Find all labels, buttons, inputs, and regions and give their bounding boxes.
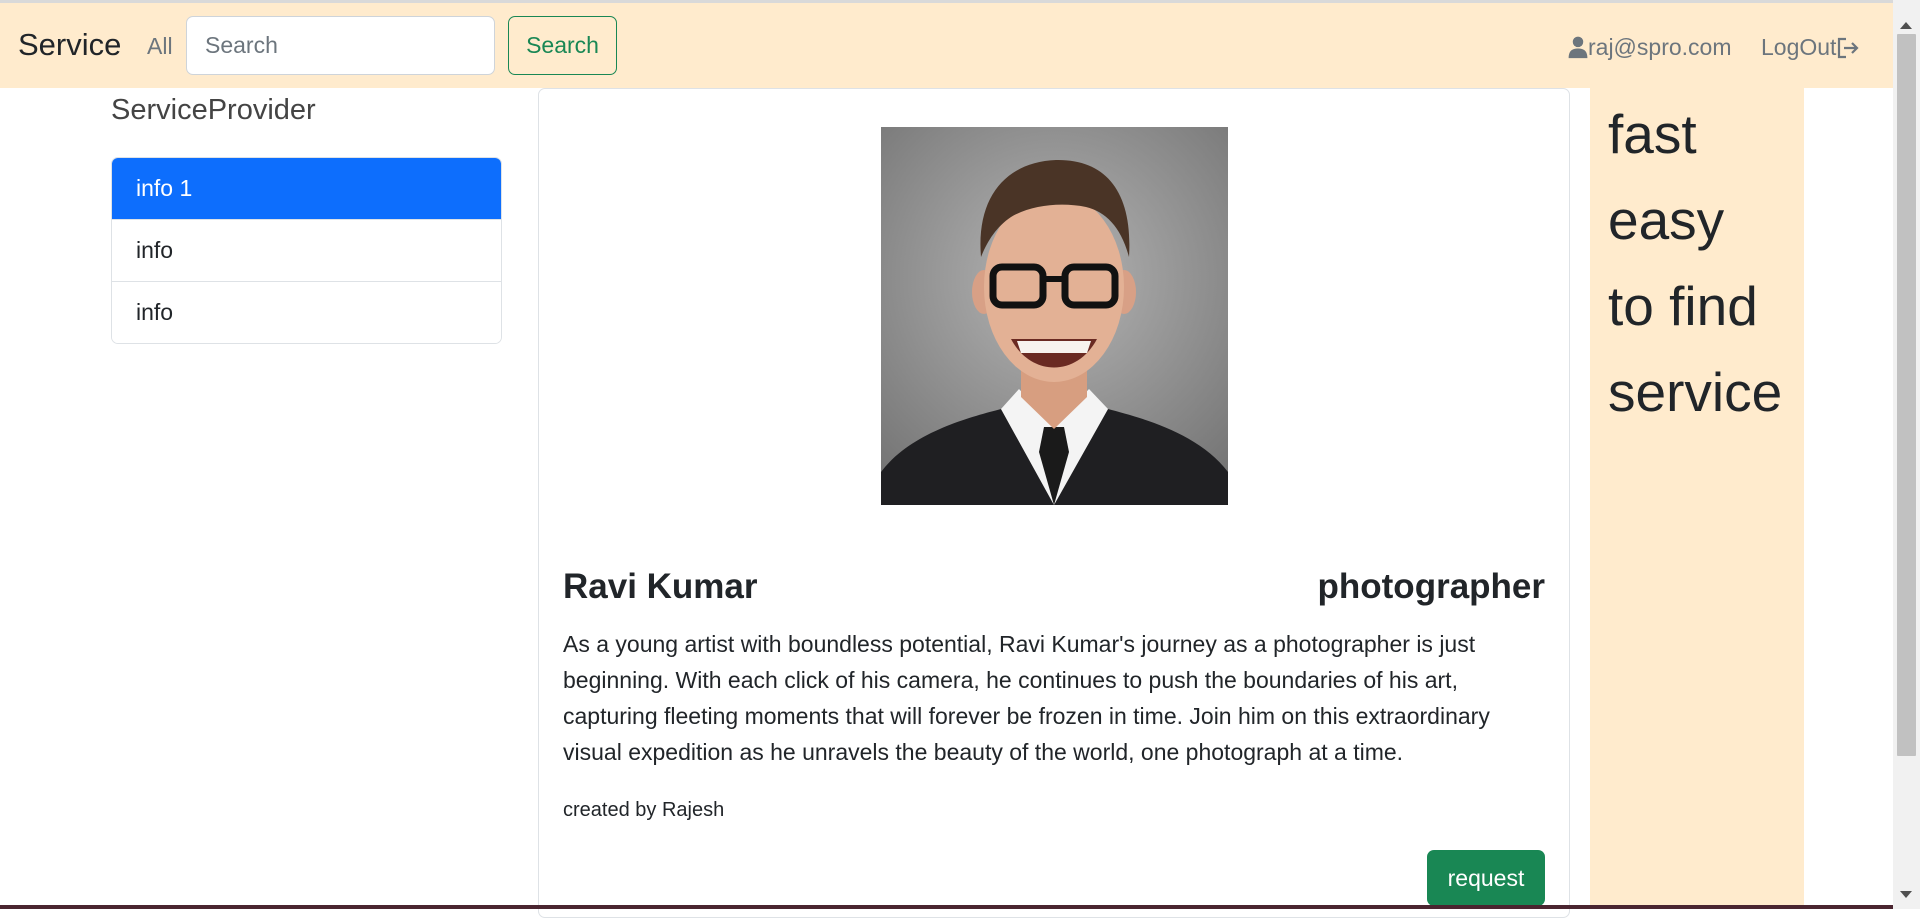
scroll-down-arrow-icon[interactable] xyxy=(1900,891,1912,898)
scroll-up-arrow-icon[interactable] xyxy=(1900,22,1912,29)
bottom-edge-strip xyxy=(0,905,1893,909)
user-account-link[interactable]: raj@spro.com xyxy=(1568,34,1732,61)
profile-role: photographer xyxy=(1317,567,1545,606)
box-arrow-right-icon xyxy=(1838,37,1860,58)
sidebar-item-info-2[interactable]: info xyxy=(112,219,501,281)
person-icon xyxy=(1568,36,1588,59)
nav-link-all[interactable]: All xyxy=(147,33,173,60)
profile-photo xyxy=(881,127,1228,505)
scrollbar-thumb[interactable] xyxy=(1897,34,1916,756)
logout-label: LogOut xyxy=(1761,34,1837,60)
tagline-line-2: easy xyxy=(1608,189,1725,251)
created-by-text: created by Rajesh xyxy=(563,799,725,821)
sidebar-list: info 1 info info xyxy=(111,157,502,344)
sidebar-title: ServiceProvider xyxy=(111,94,316,126)
search-button[interactable]: Search xyxy=(508,16,617,75)
navbar-brand[interactable]: Service xyxy=(18,27,121,63)
tagline-line-1: fast xyxy=(1608,103,1697,165)
search-input[interactable] xyxy=(186,16,495,75)
tagline-line-3: to find xyxy=(1608,275,1758,337)
profile-name: Ravi Kumar xyxy=(563,567,758,606)
tagline-line-4: service xyxy=(1608,361,1783,423)
tagline-panel: fast easy to find service xyxy=(1590,88,1804,909)
sidebar-item-info-1[interactable]: info 1 xyxy=(112,158,501,219)
request-button[interactable]: request xyxy=(1427,850,1545,906)
top-navbar: Service All Search raj@spro.com LogOut xyxy=(0,3,1920,88)
user-email: raj@spro.com xyxy=(1588,34,1732,60)
vertical-scrollbar[interactable] xyxy=(1893,0,1920,909)
logout-link[interactable]: LogOut xyxy=(1761,34,1860,61)
sidebar-item-info-3[interactable]: info xyxy=(112,281,501,343)
profile-card: Ravi Kumar photographer As a young artis… xyxy=(538,88,1570,918)
profile-description: As a young artist with boundless potenti… xyxy=(563,631,1490,765)
